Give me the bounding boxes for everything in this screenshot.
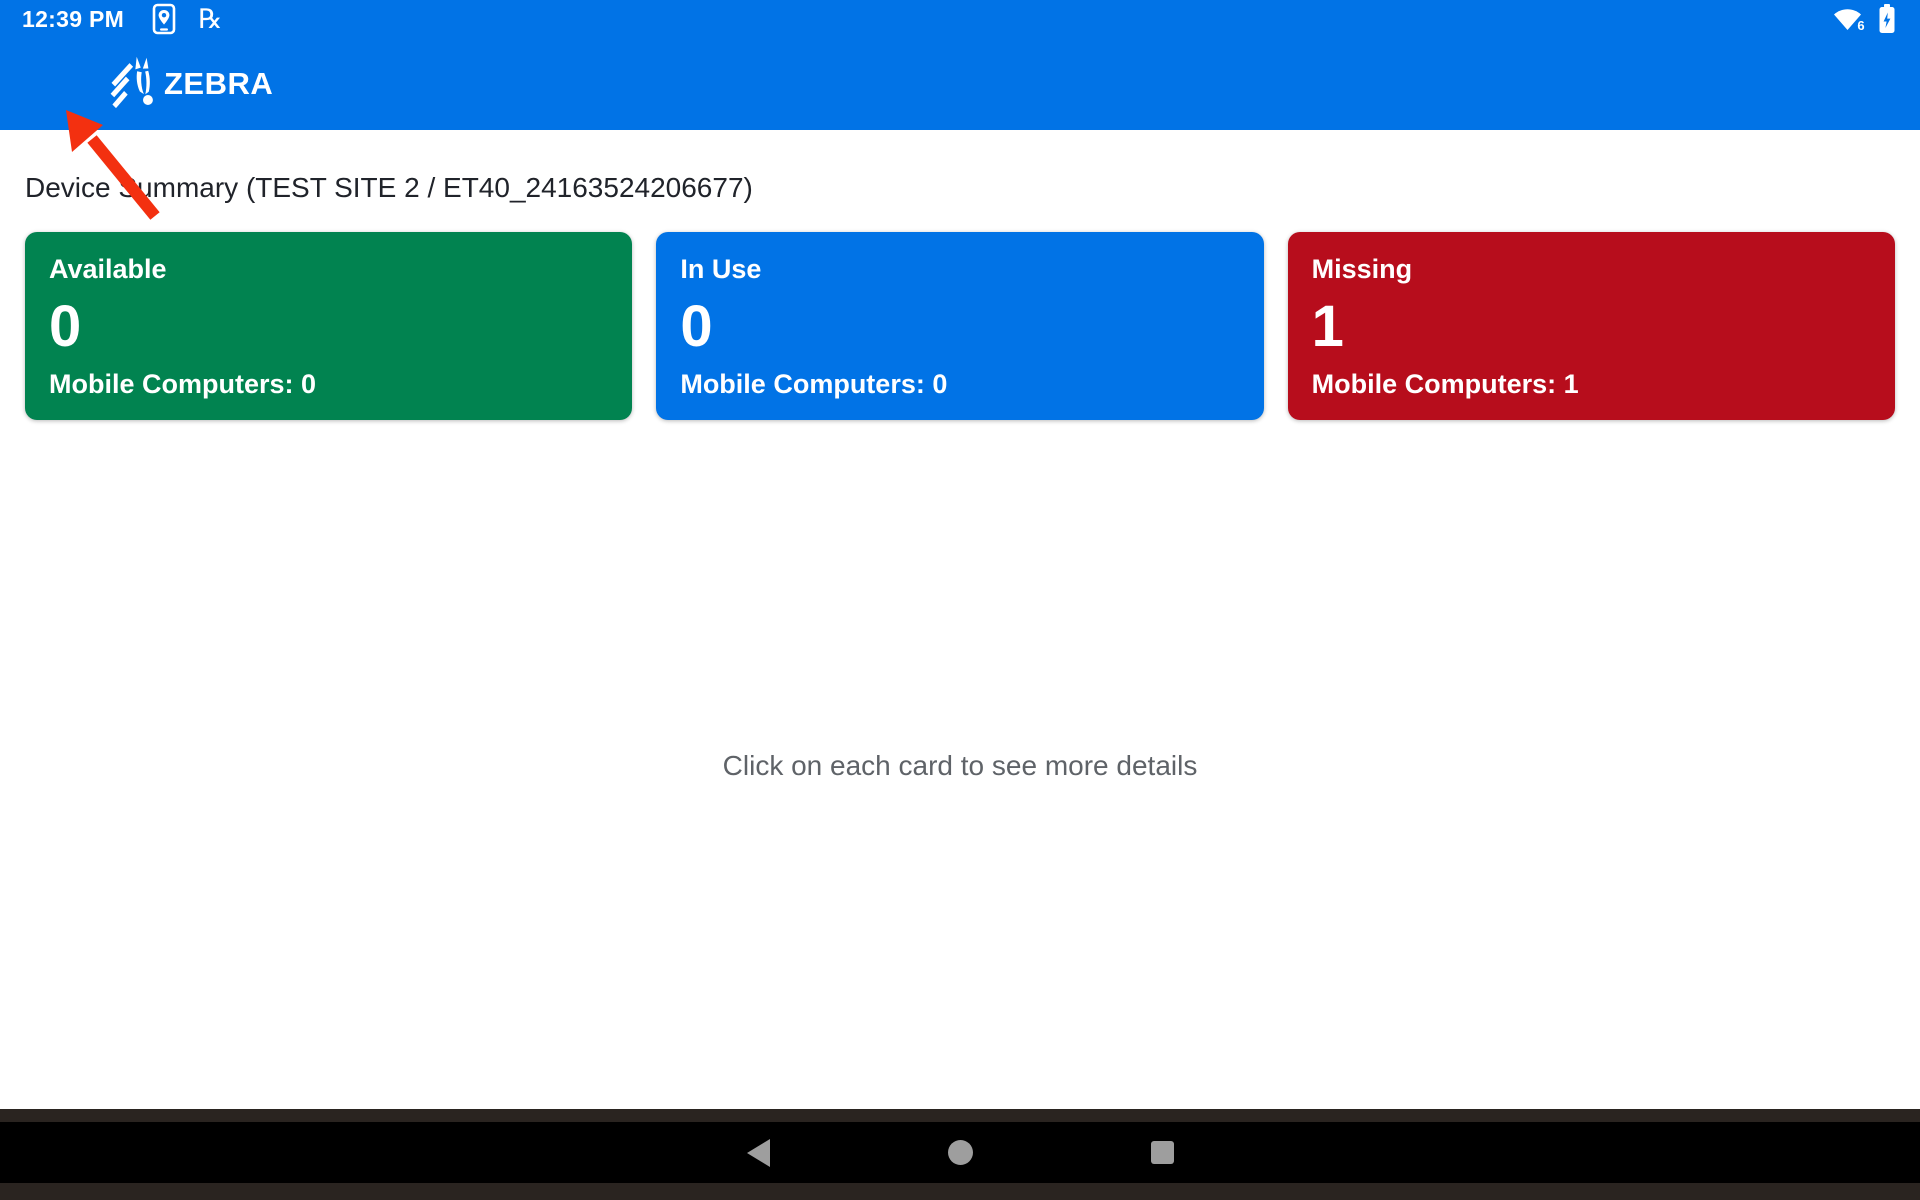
nav-strip-top: [0, 1109, 1920, 1122]
card-title: Missing: [1312, 254, 1871, 285]
android-nav-bar: [0, 1122, 1920, 1183]
app-header: 12:39 PM ℞ 6: [0, 0, 1920, 130]
brand-wordmark: ZEBRA: [164, 66, 273, 102]
prescription-icon: ℞: [198, 6, 222, 33]
card-count: 0: [49, 298, 608, 356]
card-count: 0: [680, 298, 1239, 356]
wifi-icon: 6: [1832, 5, 1866, 33]
card-count: 1: [1312, 298, 1871, 356]
card-subtitle: Mobile Computers: 1: [1312, 369, 1871, 400]
card-in-use[interactable]: In Use 0 Mobile Computers: 0: [656, 232, 1263, 420]
battery-charging-icon: [1878, 4, 1896, 34]
device-location-icon: [152, 3, 176, 35]
back-icon: [747, 1139, 770, 1167]
card-missing[interactable]: Missing 1 Mobile Computers: 1: [1288, 232, 1895, 420]
app-bar: ZEBRA: [0, 38, 1920, 130]
card-available[interactable]: Available 0 Mobile Computers: 0: [25, 232, 632, 420]
back-button[interactable]: [734, 1129, 782, 1177]
status-time: 12:39 PM: [22, 6, 124, 33]
status-right-icons: 6: [1832, 0, 1896, 38]
zebra-logo: ZEBRA: [110, 55, 273, 114]
svg-text:6: 6: [1857, 18, 1864, 33]
zebra-logo-icon: [110, 55, 158, 114]
recents-icon: [1151, 1141, 1174, 1164]
home-icon: [948, 1140, 973, 1165]
nav-strip-bottom: [0, 1183, 1920, 1200]
page-title: Device Summary (TEST SITE 2 / ET40_24163…: [25, 172, 753, 204]
menu-button[interactable]: [38, 64, 82, 104]
card-title: Available: [49, 254, 608, 285]
status-bar: 12:39 PM ℞ 6: [0, 0, 1920, 38]
card-subtitle: Mobile Computers: 0: [680, 369, 1239, 400]
card-title: In Use: [680, 254, 1239, 285]
card-subtitle: Mobile Computers: 0: [49, 369, 608, 400]
summary-cards: Available 0 Mobile Computers: 0 In Use 0…: [25, 232, 1895, 420]
recents-button[interactable]: [1138, 1129, 1186, 1177]
hint-text: Click on each card to see more details: [0, 750, 1920, 782]
home-button[interactable]: [936, 1129, 984, 1177]
